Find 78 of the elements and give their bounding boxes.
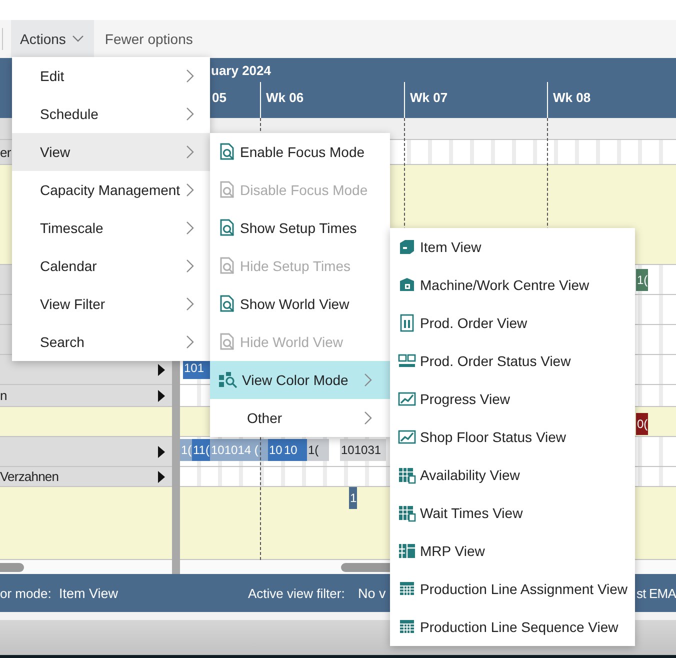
month-label: uary 2024 (211, 63, 271, 78)
chevron-icon (364, 373, 372, 387)
menu-item[interactable]: Show Setup Times (210, 209, 390, 247)
menu-item[interactable]: Prod. Order View (390, 304, 635, 342)
menu-item[interactable]: Other (210, 399, 390, 437)
menu-item[interactable]: Production Line Sequence View (390, 608, 635, 646)
task-bar[interactable]: 0( (636, 413, 648, 435)
menu-item[interactable]: Production Line Assignment View (390, 570, 635, 608)
chevron-icon (186, 107, 194, 121)
menu-item[interactable]: Schedule (12, 95, 210, 133)
caret-icon (72, 35, 84, 43)
chevron-icon (186, 145, 194, 159)
status-value: No v (358, 586, 386, 600)
menu-item[interactable]: Machine/Work Centre View (390, 266, 635, 304)
calendar-icon (398, 466, 416, 484)
menu-item[interactable]: Enable Focus Mode (210, 133, 390, 171)
document-search-icon (218, 219, 236, 237)
task-bar[interactable]: 101031 (340, 439, 386, 461)
status-value: st EMA (636, 586, 676, 600)
chevron-icon (186, 259, 194, 273)
fewer-options-button[interactable]: Fewer options (94, 20, 203, 58)
grid-icon (398, 542, 416, 560)
chevron-icon (186, 183, 194, 197)
table-icon (398, 618, 416, 636)
chevron-icon (186, 335, 194, 349)
machine-icon (398, 276, 416, 294)
expand-icon[interactable] (158, 446, 165, 458)
document-search-icon (218, 333, 236, 351)
cube-icon (398, 238, 416, 256)
menu-item[interactable]: Wait Times View (390, 494, 635, 532)
task-bar[interactable]: 1 (349, 487, 357, 509)
menu-item[interactable]: Shop Floor Status View (390, 418, 635, 456)
menu-item[interactable]: Progress View (390, 380, 635, 418)
calendar-icon (398, 504, 416, 522)
menu-item[interactable]: Availability View (390, 456, 635, 494)
menu-item[interactable]: Show World View (210, 285, 390, 323)
grid-icon (398, 352, 416, 370)
scrollbar[interactable] (0, 560, 172, 574)
actions-button[interactable]: Actions (11, 20, 94, 58)
chevron-icon (364, 411, 372, 425)
status-label: Active view filter: (248, 586, 345, 600)
chevron-icon (186, 297, 194, 311)
menu-item[interactable]: Edit (12, 57, 210, 95)
color-mode-icon (218, 371, 238, 389)
chevron-icon (186, 69, 194, 83)
status-value: Item View (59, 586, 118, 600)
resource-label: er (0, 144, 11, 160)
menu-item[interactable]: MRP View (390, 532, 635, 570)
menu-item[interactable]: Search (12, 323, 210, 361)
task-bar[interactable]: 1( (307, 439, 329, 461)
task-bar[interactable]: 11( (192, 439, 210, 461)
resource-label: Verzahnen (0, 469, 59, 484)
chart-icon (398, 428, 416, 446)
menu-item[interactable]: View Color Mode (210, 361, 390, 399)
task-bar[interactable]: 10 (283, 439, 307, 461)
document-icon (398, 314, 416, 332)
chart-icon (398, 390, 416, 408)
week-label: Wk 06 (266, 90, 304, 105)
menu-item[interactable]: Calendar (12, 247, 210, 285)
menu-item[interactable]: Capacity Management (12, 171, 210, 209)
menu-item[interactable]: Item View (390, 228, 635, 266)
document-search-icon (218, 295, 236, 313)
task-bar[interactable]: 10 (268, 439, 283, 461)
menu-item[interactable]: View (12, 133, 210, 171)
week-label: 05 (212, 90, 226, 105)
document-search-icon (218, 257, 236, 275)
status-label: or mode: (0, 586, 52, 600)
resource-label: n (0, 388, 7, 403)
menu-item[interactable]: View Filter (12, 285, 210, 323)
menu-item[interactable]: Timescale (12, 209, 210, 247)
menu-item[interactable]: Prod. Order Status View (390, 342, 635, 380)
table-icon (398, 580, 416, 598)
task-bar[interactable]: 1( (636, 269, 648, 291)
document-search-icon (218, 143, 236, 161)
chevron-icon (186, 221, 194, 235)
week-label: Wk 07 (410, 90, 448, 105)
document-search-icon (218, 181, 236, 199)
week-label: Wk 08 (553, 90, 591, 105)
